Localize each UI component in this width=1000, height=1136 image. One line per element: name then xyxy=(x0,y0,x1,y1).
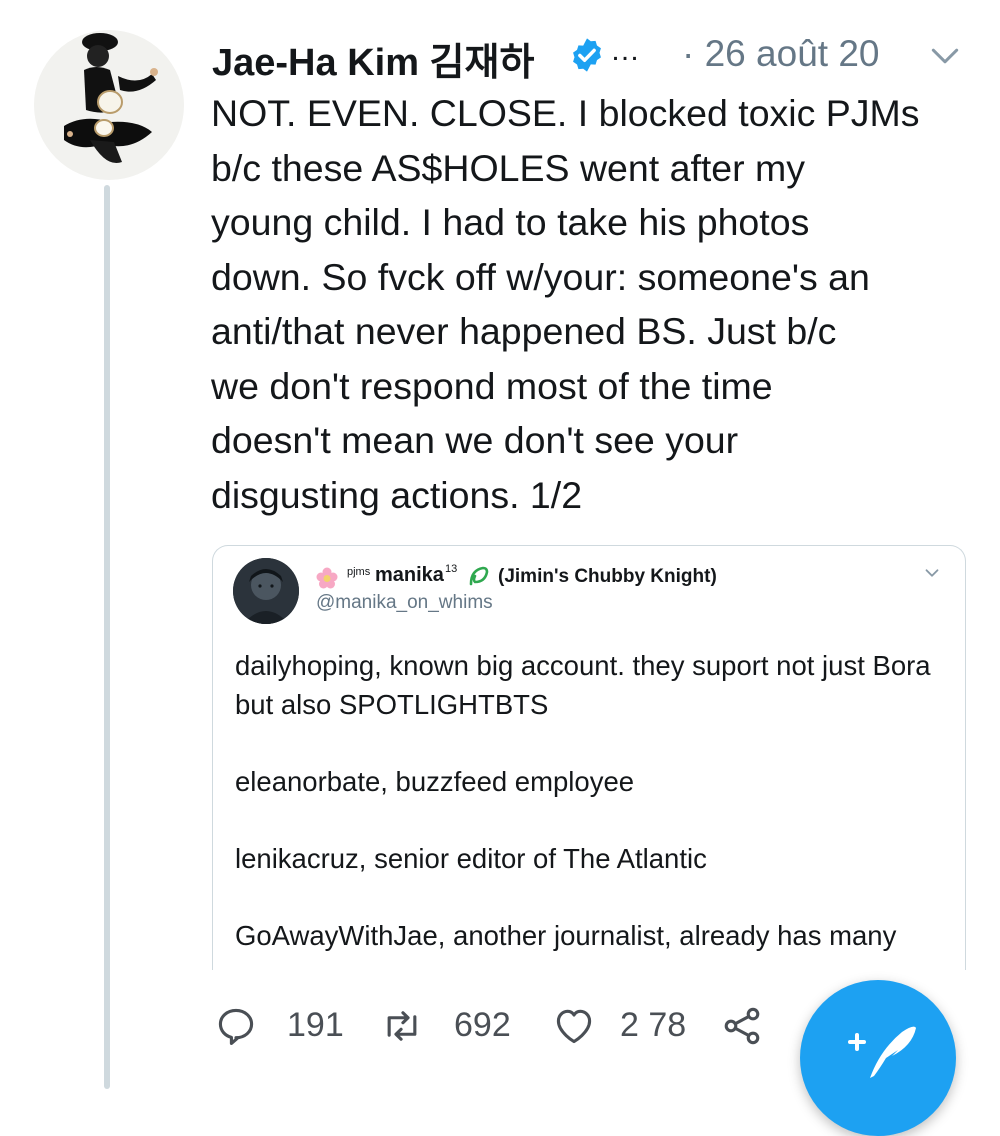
tweet-text: NOT. EVEN. CLOSE. I blocked toxic PJMs b… xyxy=(211,86,981,522)
quoted-paragraph: lenikacruz, senior editor of The Atlanti… xyxy=(235,843,707,874)
quoted-tweet-card[interactable]: pjms manika 13 (Jimin's Chubby Knight) @… xyxy=(212,545,966,970)
tweet-text-line: anti/that never happened BS. Just b/c xyxy=(211,310,837,352)
retweet-count: 692 xyxy=(454,1006,511,1044)
author-name[interactable]: Jae-Ha Kim 김재하 xyxy=(212,31,534,86)
leaf-icon xyxy=(469,566,489,586)
quoted-card-cutoff xyxy=(213,960,965,970)
verified-badge-icon xyxy=(573,38,601,72)
tweet-text-line: b/c these AS$HOLES went after my xyxy=(211,146,806,189)
thread-line xyxy=(104,185,110,1089)
quoted-avatar-image xyxy=(233,558,299,624)
quoted-author-name-tail: (Jimin's Chubby Knight) xyxy=(498,566,717,587)
tweet-text-line: NOT. EVEN. CLOSE. I blocked toxic PJMs xyxy=(211,92,920,134)
tweet-text-line: we don't respond most of the time xyxy=(211,364,773,407)
tweet-timestamp[interactable]: · 26 août 20 xyxy=(682,33,879,75)
tweet-header: Jae-Ha Kim 김재하 … · 26 août 20 xyxy=(212,26,982,84)
like-count: 2 78 xyxy=(620,1006,687,1044)
quoted-paragraph: eleanorbate, buzzfeed employee xyxy=(235,766,635,797)
compose-tweet-button[interactable] xyxy=(800,980,956,1136)
reply-count: 191 xyxy=(287,1006,344,1044)
reply-icon[interactable] xyxy=(214,1004,258,1048)
tweet-text-line: young child. I had to take his photos xyxy=(211,201,810,243)
quoted-paragraph: dailyhoping, known big account. they sup… xyxy=(235,650,931,720)
chevron-down-icon[interactable] xyxy=(925,36,965,76)
author-avatar[interactable] xyxy=(34,30,184,180)
avatar-figure xyxy=(34,30,184,180)
quoted-name-superscript: 13 xyxy=(445,563,458,575)
tweet-text-line: doesn't mean we don't see your xyxy=(211,419,739,461)
share-icon[interactable] xyxy=(720,1004,764,1048)
quoted-paragraph: GoAwayWithJae, another journalist, alrea… xyxy=(235,920,897,951)
retweet-icon[interactable] xyxy=(380,1004,424,1048)
tweet-text-line: down. So fvck off w/your: someone's an xyxy=(211,255,870,298)
flower-icon xyxy=(316,567,338,589)
quoted-tweet-body: dailyhoping, known big account. they sup… xyxy=(235,646,955,970)
quoted-name-prefix: pjms xyxy=(347,566,371,578)
tweet-actions: 191 692 2 78 xyxy=(214,1000,774,1060)
chevron-down-icon[interactable] xyxy=(921,562,943,584)
name-truncation-ellipsis: … xyxy=(610,34,640,67)
tweet-text-line: disgusting actions. 1/2 xyxy=(211,473,583,516)
quoted-author-handle: @manika_on_whims xyxy=(316,592,493,613)
heart-icon[interactable] xyxy=(552,1004,596,1048)
quoted-author-name[interactable]: manika xyxy=(375,564,444,587)
compose-icon xyxy=(848,1026,916,1078)
quoted-author-avatar[interactable] xyxy=(233,558,299,624)
